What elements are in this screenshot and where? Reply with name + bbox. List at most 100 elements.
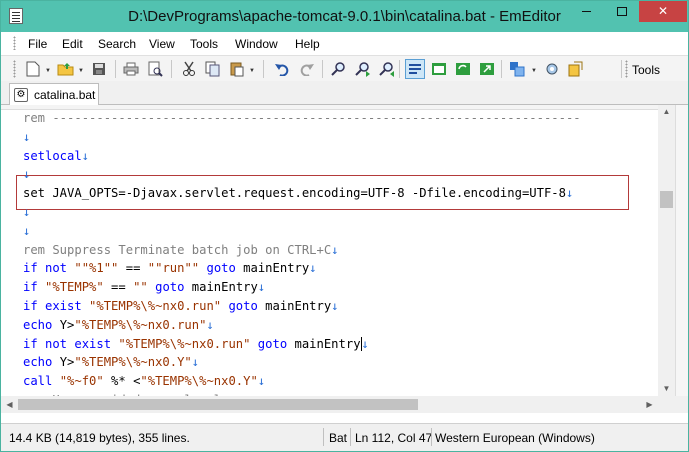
code-line[interactable]: ↓ [23, 165, 30, 184]
code-line[interactable]: set JAVA_OPTS=-Djavax.servlet.request.en… [23, 184, 573, 203]
menu-help[interactable]: Help [295, 37, 320, 51]
code-line[interactable]: ↓ [23, 128, 30, 147]
code-line[interactable]: setlocal↓ [23, 147, 89, 166]
code-token: if not [23, 261, 75, 276]
find-prev-icon[interactable] [377, 59, 397, 79]
newline-marker: ↓ [565, 186, 574, 201]
horizontal-scroll-thumb[interactable] [18, 399, 418, 410]
code-token: goto [221, 299, 266, 313]
status-cursor-position[interactable]: Ln 112, Col 47 [355, 431, 432, 445]
copy-icon[interactable] [203, 59, 223, 79]
newline-marker: ↓ [191, 355, 200, 370]
code-token: %* < [103, 374, 141, 389]
redo-icon[interactable] [297, 59, 317, 79]
open-dropdown-icon[interactable]: ▼ [78, 68, 84, 74]
code-token: set JAVA_OPTS=-Djavax.servlet.request.en… [23, 186, 566, 201]
menu-file[interactable]: File [28, 37, 47, 51]
plugin-icon[interactable] [507, 59, 527, 79]
word-wrap-icon[interactable] [405, 59, 425, 79]
print-preview-icon[interactable] [145, 59, 165, 79]
menu-search[interactable]: Search [98, 37, 136, 51]
main-toolbar: ▼ ▼ ▼ ▼ Tools [1, 55, 688, 81]
status-file-size: 14.4 KB (14,819 bytes), 355 lines. [9, 431, 190, 445]
menu-bar: File Edit Search View Tools Window Help [1, 32, 688, 54]
find-next-icon[interactable] [353, 59, 373, 79]
paste-dropdown-icon[interactable]: ▼ [249, 68, 255, 74]
close-button[interactable]: ✕ [639, 1, 687, 22]
toolbar-separator [399, 60, 400, 78]
code-token: == [103, 280, 134, 295]
code-line[interactable]: call "%~f0" %* <"%TEMP%\%~nx0.Y"↓ [23, 372, 265, 391]
vertical-scroll-thumb[interactable] [660, 191, 673, 208]
code-token: rem ------------------------------------… [23, 111, 581, 125]
tools-toolbar-grip[interactable] [625, 60, 628, 78]
status-file-type[interactable]: Bat [329, 431, 347, 445]
maximize-button[interactable] [605, 1, 639, 22]
undo-icon[interactable] [272, 59, 292, 79]
code-token: mainEntry [243, 261, 310, 276]
text-editor[interactable]: rem ------------------------------------… [1, 105, 688, 396]
minimize-button[interactable] [569, 1, 603, 22]
code-token: mainEntry [265, 299, 332, 313]
ruler-icon[interactable] [429, 59, 449, 79]
toolbar-separator [621, 60, 622, 78]
new-dropdown-icon[interactable]: ▼ [45, 68, 51, 74]
code-line[interactable]: rem Suppress Terminate batch job on CTRL… [23, 241, 339, 260]
code-line[interactable]: if not ""%1"" == ""run"" goto mainEntry↓ [23, 259, 317, 278]
paste-icon[interactable] [227, 59, 247, 79]
scroll-left-icon[interactable]: ◀ [1, 400, 18, 409]
document-icon: ⚙ [14, 88, 28, 102]
code-line[interactable]: echo Y>"%TEMP%\%~nx0.Y"↓ [23, 353, 199, 372]
export-icon[interactable] [477, 59, 497, 79]
code-line[interactable]: if exist "%TEMP%\%~nx0.run" goto mainEnt… [23, 297, 339, 316]
separator-strip [1, 413, 688, 423]
save-icon[interactable] [89, 59, 109, 79]
menu-tools[interactable]: Tools [190, 37, 218, 51]
cut-icon[interactable] [179, 59, 199, 79]
code-token: "%TEMP%\%~nx0.run" [118, 336, 251, 351]
status-encoding[interactable]: Western European (Windows) [435, 431, 595, 445]
editor-window: D:\DevPrograms\apache-tomcat-9.0.1\bin\c… [0, 0, 689, 452]
menu-grip[interactable] [13, 36, 16, 50]
menu-edit[interactable]: Edit [62, 37, 83, 51]
print-icon[interactable] [121, 59, 141, 79]
open-folder-icon[interactable] [56, 59, 76, 79]
tools-toolbar-label[interactable]: Tools [632, 63, 660, 77]
newline-marker: ↓ [81, 148, 90, 163]
customize-icon[interactable] [542, 59, 562, 79]
plugin-dropdown-icon[interactable]: ▼ [531, 68, 537, 74]
code-line[interactable]: rem ------------------------------------… [23, 109, 581, 128]
find-icon[interactable] [329, 59, 349, 79]
vertical-scrollbar[interactable]: ▲ ▼ [658, 105, 675, 396]
code-token: Y> [59, 355, 75, 370]
menu-window[interactable]: Window [235, 37, 278, 51]
title-bar[interactable]: D:\DevPrograms\apache-tomcat-9.0.1\bin\c… [1, 1, 688, 32]
code-line[interactable]: if "%TEMP%" == "" goto mainEntry↓ [23, 278, 265, 297]
newline-marker: ↓ [309, 261, 317, 276]
refresh-icon[interactable] [453, 59, 473, 79]
code-line[interactable]: echo Y>"%TEMP%\%~nx0.run"↓ [23, 316, 214, 335]
macros-icon[interactable] [566, 59, 586, 79]
status-separator [323, 428, 324, 446]
code-token: ""run"" [147, 261, 200, 276]
new-file-icon[interactable] [23, 59, 43, 79]
code-line[interactable]: ↓ [23, 222, 30, 241]
scroll-up-icon[interactable]: ▲ [658, 107, 675, 116]
tab-label: catalina.bat [34, 88, 96, 102]
toolbar-grip[interactable] [13, 60, 16, 78]
toolbar-separator [171, 60, 172, 78]
code-token: ""%1"" [74, 261, 119, 276]
code-token: mainEntry [294, 336, 361, 351]
code-token: rem Suppress Terminate batch job on CTRL… [23, 242, 332, 257]
toolbar-separator [322, 60, 323, 78]
code-line[interactable]: if not exist "%TEMP%\%~nx0.run" goto mai… [23, 335, 369, 354]
menu-view[interactable]: View [149, 37, 175, 51]
code-token: if exist [23, 299, 90, 313]
scroll-right-icon[interactable]: ▶ [641, 400, 658, 409]
tab-catalina-bat[interactable]: ⚙ catalina.bat [9, 83, 99, 105]
code-line[interactable]: ↓ [23, 203, 30, 222]
horizontal-scrollbar[interactable]: ◀ ▶ [1, 396, 675, 413]
code-token: Y> [59, 317, 75, 332]
scroll-down-icon[interactable]: ▼ [658, 384, 675, 393]
newline-marker: ↓ [206, 317, 214, 332]
